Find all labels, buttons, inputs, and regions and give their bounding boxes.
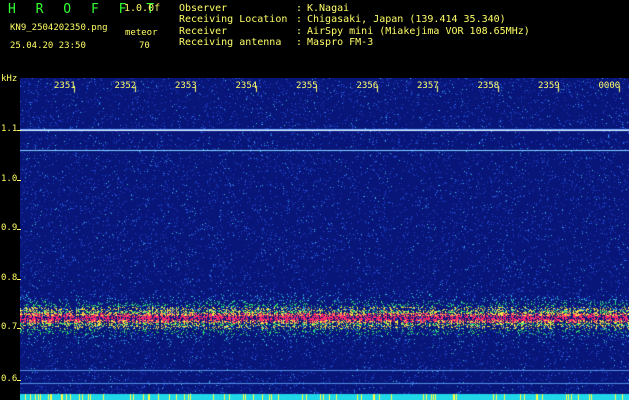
time-axis-label: 2354: [235, 81, 258, 91]
y-axis-tick: [17, 180, 21, 181]
y-axis-tick-label: 0.8: [1, 273, 18, 283]
meteor-count: 70: [139, 41, 150, 51]
y-axis-tick: [17, 229, 21, 230]
y-axis-tick-label: 1.1: [1, 124, 18, 134]
y-axis-tick-label: 0.6: [1, 374, 18, 384]
time-axis-label: 2352: [114, 81, 137, 91]
mode-label: meteor: [125, 28, 158, 38]
info-label-observer: Observer: [179, 3, 228, 14]
info-label-receiver: Receiver: [179, 26, 228, 37]
y-axis-tick: [17, 328, 21, 329]
y-axis-unit: kHz: [1, 74, 18, 84]
info-value-location: Chigasaki, Japan (139.414 35.340): [307, 14, 506, 25]
time-axis-label: 2358: [477, 81, 500, 91]
y-axis-tick: [17, 380, 21, 381]
info-label-antenna: Receiving antenna: [179, 37, 282, 48]
time-axis-label: 2356: [356, 81, 379, 91]
info-separator: :: [296, 26, 303, 37]
hrofft-window: H R O F F T 1.0.0f KN9_2504202350.png me…: [0, 0, 629, 400]
version-label: 1.0.0f: [124, 3, 161, 14]
time-axis-label: 0000: [598, 81, 621, 91]
info-value-receiver: AirSpy mini (Miakejima VOR 108.65MHz): [307, 26, 530, 37]
date-time: 25.04.20 23:50: [10, 41, 86, 51]
info-separator: :: [296, 14, 303, 25]
time-axis-label: 2351: [54, 81, 76, 91]
y-axis-tick-label: 0.7: [1, 322, 18, 332]
time-axis-label: 2359: [538, 81, 560, 91]
info-value-observer: K.Nagai: [307, 3, 350, 14]
info-label-location: Receiving Location: [179, 14, 288, 25]
y-axis-tick-label: 1.0: [1, 174, 18, 184]
info-separator: :: [296, 3, 303, 14]
file-name: KN9_2504202350.png: [10, 23, 108, 33]
info-separator: :: [296, 37, 303, 48]
y-axis-tick: [17, 130, 21, 131]
time-axis-label: 2353: [175, 81, 197, 91]
info-value-antenna: Maspro FM-3: [307, 37, 374, 48]
time-axis-label: 2355: [296, 81, 318, 91]
spectrogram-canvas: [20, 78, 629, 400]
time-axis-label: 2357: [417, 81, 439, 91]
y-axis-tick-label: 0.9: [1, 223, 18, 233]
y-axis-tick: [17, 279, 21, 280]
